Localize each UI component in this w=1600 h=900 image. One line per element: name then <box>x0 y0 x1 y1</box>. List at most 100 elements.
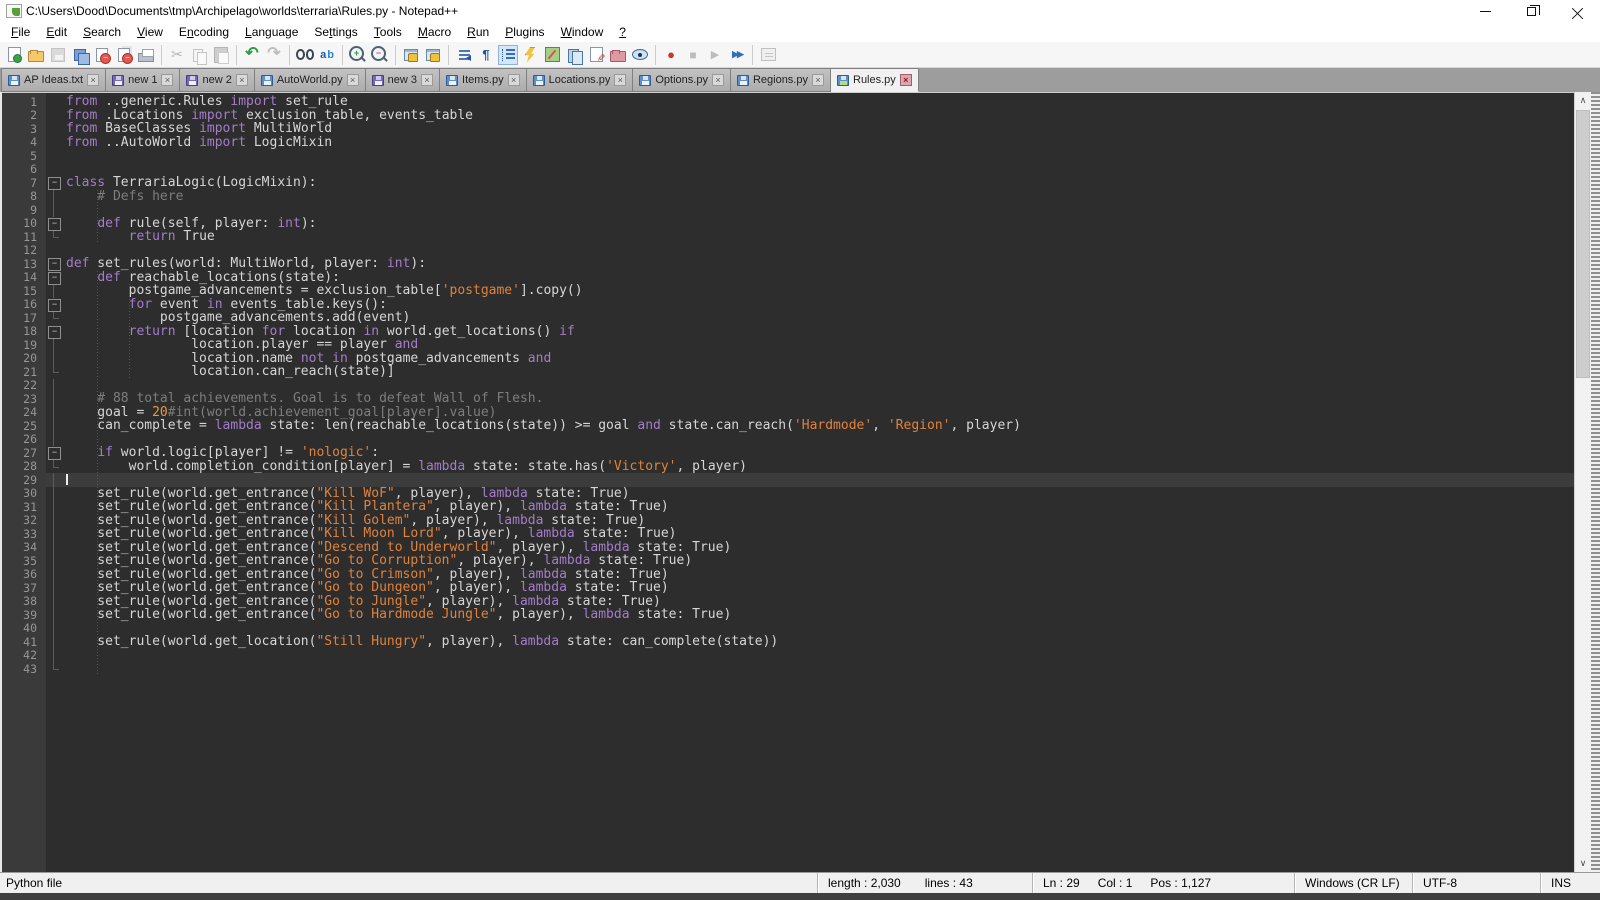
menu-settings[interactable]: Settings <box>306 23 365 41</box>
close-all-icon[interactable] <box>114 45 134 65</box>
code-line[interactable]: 22 <box>2 379 1574 393</box>
code-line[interactable]: 4from ..AutoWorld import LogicMixin <box>2 136 1574 150</box>
tab-close-icon[interactable] <box>347 74 359 86</box>
code-line[interactable]: 3from BaseClasses import MultiWorld <box>2 122 1574 136</box>
menu-language[interactable]: Language <box>237 23 306 41</box>
code-line[interactable]: 12 <box>2 244 1574 258</box>
code-line[interactable]: 17 postgame_advancements.add(event) <box>2 311 1574 325</box>
tab-close-icon[interactable] <box>236 74 248 86</box>
tab-close-icon[interactable] <box>161 74 173 86</box>
code-line[interactable]: 20 location.name not in postgame_advance… <box>2 352 1574 366</box>
tab-close-icon[interactable] <box>712 74 724 86</box>
sync-h-scroll-icon[interactable] <box>423 45 443 65</box>
code-line[interactable]: 32 set_rule(world.get_entrance("Kill Gol… <box>2 514 1574 528</box>
menu-tools[interactable]: Tools <box>366 23 410 41</box>
fold-collapse-icon[interactable] <box>46 176 62 190</box>
code-line[interactable]: 13def set_rules(world: MultiWorld, playe… <box>2 257 1574 271</box>
tab-close-icon[interactable] <box>812 74 824 86</box>
code-line[interactable]: 14 def reachable_locations(state): <box>2 271 1574 285</box>
scroll-up-arrow[interactable]: ∧ <box>1575 92 1591 109</box>
menu-search[interactable]: Search <box>75 23 129 41</box>
lightning-icon[interactable] <box>520 45 540 65</box>
code-line[interactable]: 21 location.can_reach(state)] <box>2 365 1574 379</box>
code-line[interactable]: 36 set_rule(world.get_entrance("Go to Cr… <box>2 568 1574 582</box>
menu-window[interactable]: Window <box>553 23 612 41</box>
fold-collapse-icon[interactable] <box>46 217 62 231</box>
code-line[interactable]: 11 return True <box>2 230 1574 244</box>
code-line[interactable]: 1from ..generic.Rules import set_rule <box>2 95 1574 109</box>
restore-button[interactable] <box>1508 0 1554 22</box>
code-line[interactable]: 16 for event in events_table.keys(): <box>2 298 1574 312</box>
zoom-out-icon[interactable] <box>370 45 390 65</box>
find-icon[interactable] <box>295 45 315 65</box>
show-all-chars-icon[interactable] <box>476 45 496 65</box>
save-macro-icon[interactable] <box>758 45 778 65</box>
tab-new-2[interactable]: new 2 <box>180 68 254 92</box>
code-line[interactable]: 8 # Defs here <box>2 190 1574 204</box>
menu-macro[interactable]: Macro <box>410 23 459 41</box>
code-line[interactable]: 15 postgame_advancements = exclusion_tab… <box>2 284 1574 298</box>
code-line[interactable]: 31 set_rule(world.get_entrance("Kill Pla… <box>2 500 1574 514</box>
menu-help[interactable]: ? <box>611 23 634 41</box>
replace-icon[interactable] <box>317 45 337 65</box>
tab-locations-py[interactable]: Locations.py <box>527 68 634 92</box>
menu-edit[interactable]: Edit <box>38 23 75 41</box>
code-line[interactable]: 40 <box>2 622 1574 636</box>
undo-icon[interactable] <box>242 45 262 65</box>
minimize-button[interactable] <box>1462 0 1508 22</box>
fold-collapse-icon[interactable] <box>46 271 62 285</box>
code-line[interactable]: 43 <box>2 662 1574 676</box>
code-line[interactable]: 26 <box>2 433 1574 447</box>
code-line[interactable]: 6 <box>2 163 1574 177</box>
menu-encoding[interactable]: Encoding <box>171 23 237 41</box>
code-line[interactable]: 41 set_rule(world.get_location("Still Hu… <box>2 635 1574 649</box>
open-folder-icon[interactable] <box>26 45 46 65</box>
close-button[interactable] <box>1554 0 1600 22</box>
code-line[interactable]: 35 set_rule(world.get_entrance("Go to Co… <box>2 554 1574 568</box>
code-line[interactable]: 34 set_rule(world.get_entrance("Descend … <box>2 541 1574 555</box>
code-line[interactable]: 5 <box>2 149 1574 163</box>
code-line[interactable]: 2from .Locations import exclusion_table,… <box>2 109 1574 123</box>
code-line[interactable]: 37 set_rule(world.get_entrance("Go to Du… <box>2 581 1574 595</box>
code-line[interactable]: 38 set_rule(world.get_entrance("Go to Ju… <box>2 595 1574 609</box>
code-line[interactable]: 25 can_complete = lambda state: len(reac… <box>2 419 1574 433</box>
tab-autoworld-py[interactable]: AutoWorld.py <box>255 68 366 92</box>
tab-ap-ideas-txt[interactable]: AP Ideas.txt <box>1 68 106 92</box>
tab-items-py[interactable]: Items.py <box>440 68 527 92</box>
tab-close-icon[interactable] <box>900 74 912 86</box>
menu-plugins[interactable]: Plugins <box>497 23 552 41</box>
tab-close-icon[interactable] <box>87 74 99 86</box>
code-editor[interactable]: 1from ..generic.Rules import set_rule2fr… <box>2 92 1574 872</box>
code-line[interactable]: 42 <box>2 649 1574 663</box>
menu-file[interactable]: File <box>3 23 38 41</box>
menu-view[interactable]: View <box>129 23 171 41</box>
tab-close-icon[interactable] <box>614 74 626 86</box>
code-line[interactable]: 24 goal = 20#int(world.achievement_goal[… <box>2 406 1574 420</box>
zoom-in-icon[interactable] <box>348 45 368 65</box>
code-line[interactable]: 39 set_rule(world.get_entrance("Go to Ha… <box>2 608 1574 622</box>
code-line[interactable]: 30 set_rule(world.get_entrance("Kill WoF… <box>2 487 1574 501</box>
scroll-down-arrow[interactable]: ∨ <box>1575 855 1591 872</box>
print-icon[interactable] <box>136 45 156 65</box>
folder-workspace-icon[interactable] <box>608 45 628 65</box>
scrollbar-thumb[interactable] <box>1576 110 1590 378</box>
fold-collapse-icon[interactable] <box>46 298 62 312</box>
tab-new-3[interactable]: new 3 <box>366 68 440 92</box>
vertical-scrollbar[interactable]: ∧ ∨ <box>1574 92 1591 872</box>
indent-guide-icon[interactable] <box>498 45 518 65</box>
run-macro-multi-icon[interactable] <box>727 45 747 65</box>
code-line[interactable]: 9 <box>2 203 1574 217</box>
tab-rules-py[interactable]: Rules.py <box>831 68 919 92</box>
fold-collapse-icon[interactable] <box>46 257 62 271</box>
record-macro-icon[interactable] <box>661 45 681 65</box>
save-all-icon[interactable] <box>70 45 90 65</box>
code-line[interactable]: 7class TerrariaLogic(LogicMixin): <box>2 176 1574 190</box>
word-wrap-icon[interactable] <box>454 45 474 65</box>
new-doc-icon[interactable] <box>4 45 24 65</box>
code-line[interactable]: 33 set_rule(world.get_entrance("Kill Moo… <box>2 527 1574 541</box>
code-line[interactable]: 18 return [location for location in worl… <box>2 325 1574 339</box>
code-line[interactable]: 28 world.completion_condition[player] = … <box>2 460 1574 474</box>
save-icon[interactable] <box>48 45 68 65</box>
fold-collapse-icon[interactable] <box>46 325 62 339</box>
code-line[interactable]: 10 def rule(self, player: int): <box>2 217 1574 231</box>
